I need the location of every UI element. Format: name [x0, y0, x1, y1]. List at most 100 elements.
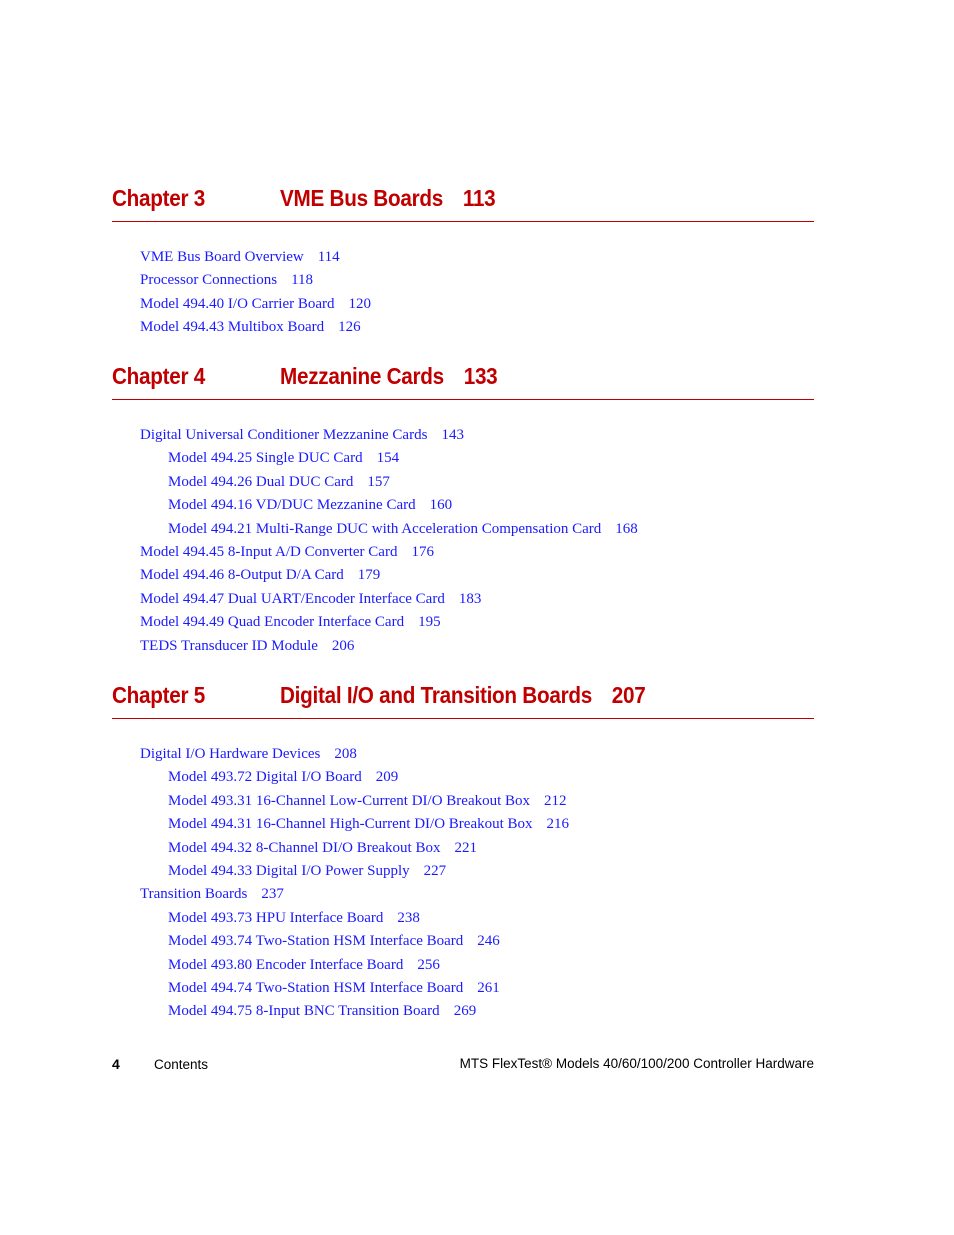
toc-entry-page: 176 [411, 543, 434, 560]
toc-entry-page: 238 [397, 909, 420, 926]
toc-entry-title: Model 494.75 8-Input BNC Transition Boar… [168, 1003, 440, 1020]
toc-entry-page: 221 [454, 839, 477, 856]
toc-entry-link[interactable]: Model 494.74 Two-Station HSM Interface B… [112, 977, 814, 1000]
chapter-3: Chapter 3 VME Bus Boards 113 VME Bus Boar… [112, 181, 814, 340]
toc-entry-link[interactable]: Model 494.21 Multi-Range DUC with Accele… [112, 518, 814, 541]
toc-entry-link[interactable]: Model 494.33 Digital I/O Power Supply 227 [112, 860, 814, 883]
toc-entry-title: Model 494.26 Dual DUC Card [168, 473, 354, 490]
toc-entry-page: 209 [375, 769, 399, 786]
page-footer: 4 Contents MTS FlexTest® Models 40/60/10… [112, 1056, 814, 1076]
chapter-title-group: Digital I/O and Transition Boards 207 [280, 682, 646, 709]
toc-entry-page: 256 [417, 956, 440, 973]
toc-entry-page: 114 [317, 249, 340, 265]
toc-entry-page: 237 [261, 886, 284, 903]
chapter-heading[interactable]: Chapter 5 Digital I/O and Transition Boa… [112, 678, 814, 719]
chapter-heading[interactable]: Chapter 3 VME Bus Boards 113 [112, 181, 814, 222]
toc-entry-link[interactable]: Model 493.31 16-Channel Low-Current DI/O… [112, 790, 814, 813]
toc-entry-link[interactable]: Model 493.73 HPU Interface Board 238 [112, 907, 814, 930]
toc-entry-link[interactable]: Model 494.47 Dual UART/Encoder Interface… [112, 588, 814, 611]
toc-entry-title: Model 494.21 Multi-Range DUC with Accele… [168, 520, 602, 537]
toc-entry-link[interactable]: VME Bus Board Overview 114 [112, 246, 814, 269]
footer-section: Contents [154, 1057, 209, 1072]
toc-entry-link[interactable]: Digital I/O Hardware Devices 208 [112, 743, 814, 766]
toc-entry-link[interactable]: Model 494.43 Multibox Board 126 [112, 316, 814, 339]
toc-entry-title: Model 494.40 I/O Carrier Board [140, 295, 335, 312]
footer-doc-title: MTS FlexTest® Models 40/60/100/200 Contr… [459, 1056, 814, 1071]
toc-entry-link[interactable]: TEDS Transducer ID Module 206 [112, 635, 814, 658]
toc-page: Chapter 3 VME Bus Boards 113 VME Bus Boar… [0, 0, 954, 1235]
toc-entry-link[interactable]: Model 494.46 8-Output D/A Card 179 [112, 564, 814, 587]
toc-entry-title: Digital Universal Conditioner Mezzanine … [140, 427, 428, 443]
toc-entry-page: 179 [357, 567, 381, 584]
chapter-4: Chapter 4 Mezzanine Cards 133 Digital Uni… [112, 359, 814, 658]
chapter-entries: VME Bus Board Overview 114 Processor Conne… [112, 246, 814, 340]
footer-page-number: 4 [112, 1056, 120, 1072]
toc-entry-page: 168 [615, 520, 638, 537]
toc-entry-page: 143 [441, 427, 464, 443]
toc-entry-page: 183 [458, 590, 482, 607]
toc-entry-page: 120 [348, 295, 372, 312]
toc-entry-page: 195 [418, 614, 441, 631]
chapter-5: Chapter 5 Digital I/O and Transition Boa… [112, 678, 814, 1024]
chapter-title-group: VME Bus Boards 113 [280, 185, 496, 212]
chapter-entries: Digital I/O Hardware Devices 208 Model 493… [112, 743, 814, 1024]
toc-entry-title: Model 494.32 8-Channel DI/O Breakout Box [168, 839, 441, 856]
toc-entry-title: Model 493.72 Digital I/O Board [168, 769, 362, 786]
toc-entry-link[interactable]: Processor Connections 118 [112, 269, 814, 292]
toc-entry-page: 261 [477, 979, 500, 996]
toc-entry-title: Model 494.31 16-Channel High-Current DI/… [168, 816, 533, 833]
toc-entry-title: Model 494.33 Digital I/O Power Supply [168, 862, 410, 879]
toc-entry-title: Processor Connections [140, 272, 278, 289]
toc-entry-title: VME Bus Board Overview [140, 249, 304, 265]
toc-entry-page: 227 [423, 862, 447, 879]
toc-entry-link[interactable]: Model 494.31 16-Channel High-Current DI/… [112, 813, 814, 836]
toc-entry-title: Model 494.16 VD/DUC Mezzanine Card [168, 497, 416, 514]
toc-entry-link[interactable]: Model 493.72 Digital I/O Board 209 [112, 766, 814, 789]
toc-entry-page: 216 [546, 816, 570, 833]
toc-entry-link[interactable]: Model 494.26 Dual DUC Card 157 [112, 471, 814, 494]
toc-entry-page: 118 [291, 272, 314, 289]
toc-entry-title: Model 493.31 16-Channel Low-Current DI/O… [168, 792, 531, 809]
chapter-page: 113 [462, 185, 496, 211]
toc-entry-page: 208 [334, 746, 357, 762]
toc-entry-page: 206 [331, 637, 355, 654]
toc-entry-link[interactable]: Model 494.49 Quad Encoder Interface Card… [112, 611, 814, 634]
chapter-number: Chapter 3 [112, 185, 206, 211]
toc-entry-title: Model 494.74 Two-Station HSM Interface B… [168, 979, 464, 996]
chapter-heading[interactable]: Chapter 4 Mezzanine Cards 133 [112, 359, 814, 400]
toc-entry-page: 126 [338, 319, 361, 336]
toc-entry-link[interactable]: Digital Universal Conditioner Mezzanine … [112, 424, 814, 447]
chapter-title: Digital I/O and Transition Boards [280, 682, 592, 708]
toc-entry-link[interactable]: Model 494.45 8-Input A/D Converter Card 1… [112, 541, 814, 564]
toc-entry-title: Digital I/O Hardware Devices [140, 746, 321, 762]
chapter-title: Mezzanine Cards [280, 363, 444, 389]
toc-entry-page: 157 [367, 473, 390, 490]
chapter-number: Chapter 5 [112, 682, 206, 708]
toc-entry-link[interactable]: Model 494.40 I/O Carrier Board 120 [112, 293, 814, 316]
chapter-number: Chapter 4 [112, 363, 206, 389]
chapter-entries: Digital Universal Conditioner Mezzanine … [112, 424, 814, 658]
toc-entry-page: 154 [376, 450, 400, 467]
chapter-title: VME Bus Boards [280, 185, 444, 211]
toc-entry-link[interactable]: Transition Boards 237 [112, 883, 814, 906]
chapter-page: 133 [463, 363, 498, 389]
toc-entry-link[interactable]: Model 494.25 Single DUC Card 154 [112, 447, 814, 470]
toc-entry-title: Model 494.46 8-Output D/A Card [140, 567, 344, 584]
toc-entry-title: Model 494.45 8-Input A/D Converter Card [140, 543, 398, 560]
toc-entry-link[interactable]: Model 494.32 8-Channel DI/O Breakout Box… [112, 837, 814, 860]
toc-entry-title: TEDS Transducer ID Module [140, 637, 318, 654]
toc-entry-link[interactable]: Model 494.16 VD/DUC Mezzanine Card 160 [112, 494, 814, 517]
toc-entry-title: Model 494.47 Dual UART/Encoder Interface… [140, 590, 445, 607]
toc-entry-link[interactable]: Model 493.80 Encoder Interface Board 256 [112, 954, 814, 977]
toc-entry-title: Model 494.25 Single DUC Card [168, 450, 363, 467]
toc-entry-title: Model 493.73 HPU Interface Board [168, 909, 384, 926]
toc-entry-page: 160 [429, 497, 453, 514]
toc-entry-page: 246 [477, 933, 500, 950]
toc-entry-title: Model 494.43 Multibox Board [140, 319, 325, 336]
toc-entry-link[interactable]: Model 493.74 Two-Station HSM Interface B… [112, 930, 814, 953]
toc-entry-title: Transition Boards [140, 886, 248, 903]
toc-entry-title: Model 493.74 Two-Station HSM Interface B… [168, 933, 464, 950]
toc-entry-link[interactable]: Model 494.75 8-Input BNC Transition Boar… [112, 1000, 814, 1023]
chapter-title-group: Mezzanine Cards 133 [280, 363, 498, 390]
toc-entry-page: 269 [453, 1003, 477, 1020]
